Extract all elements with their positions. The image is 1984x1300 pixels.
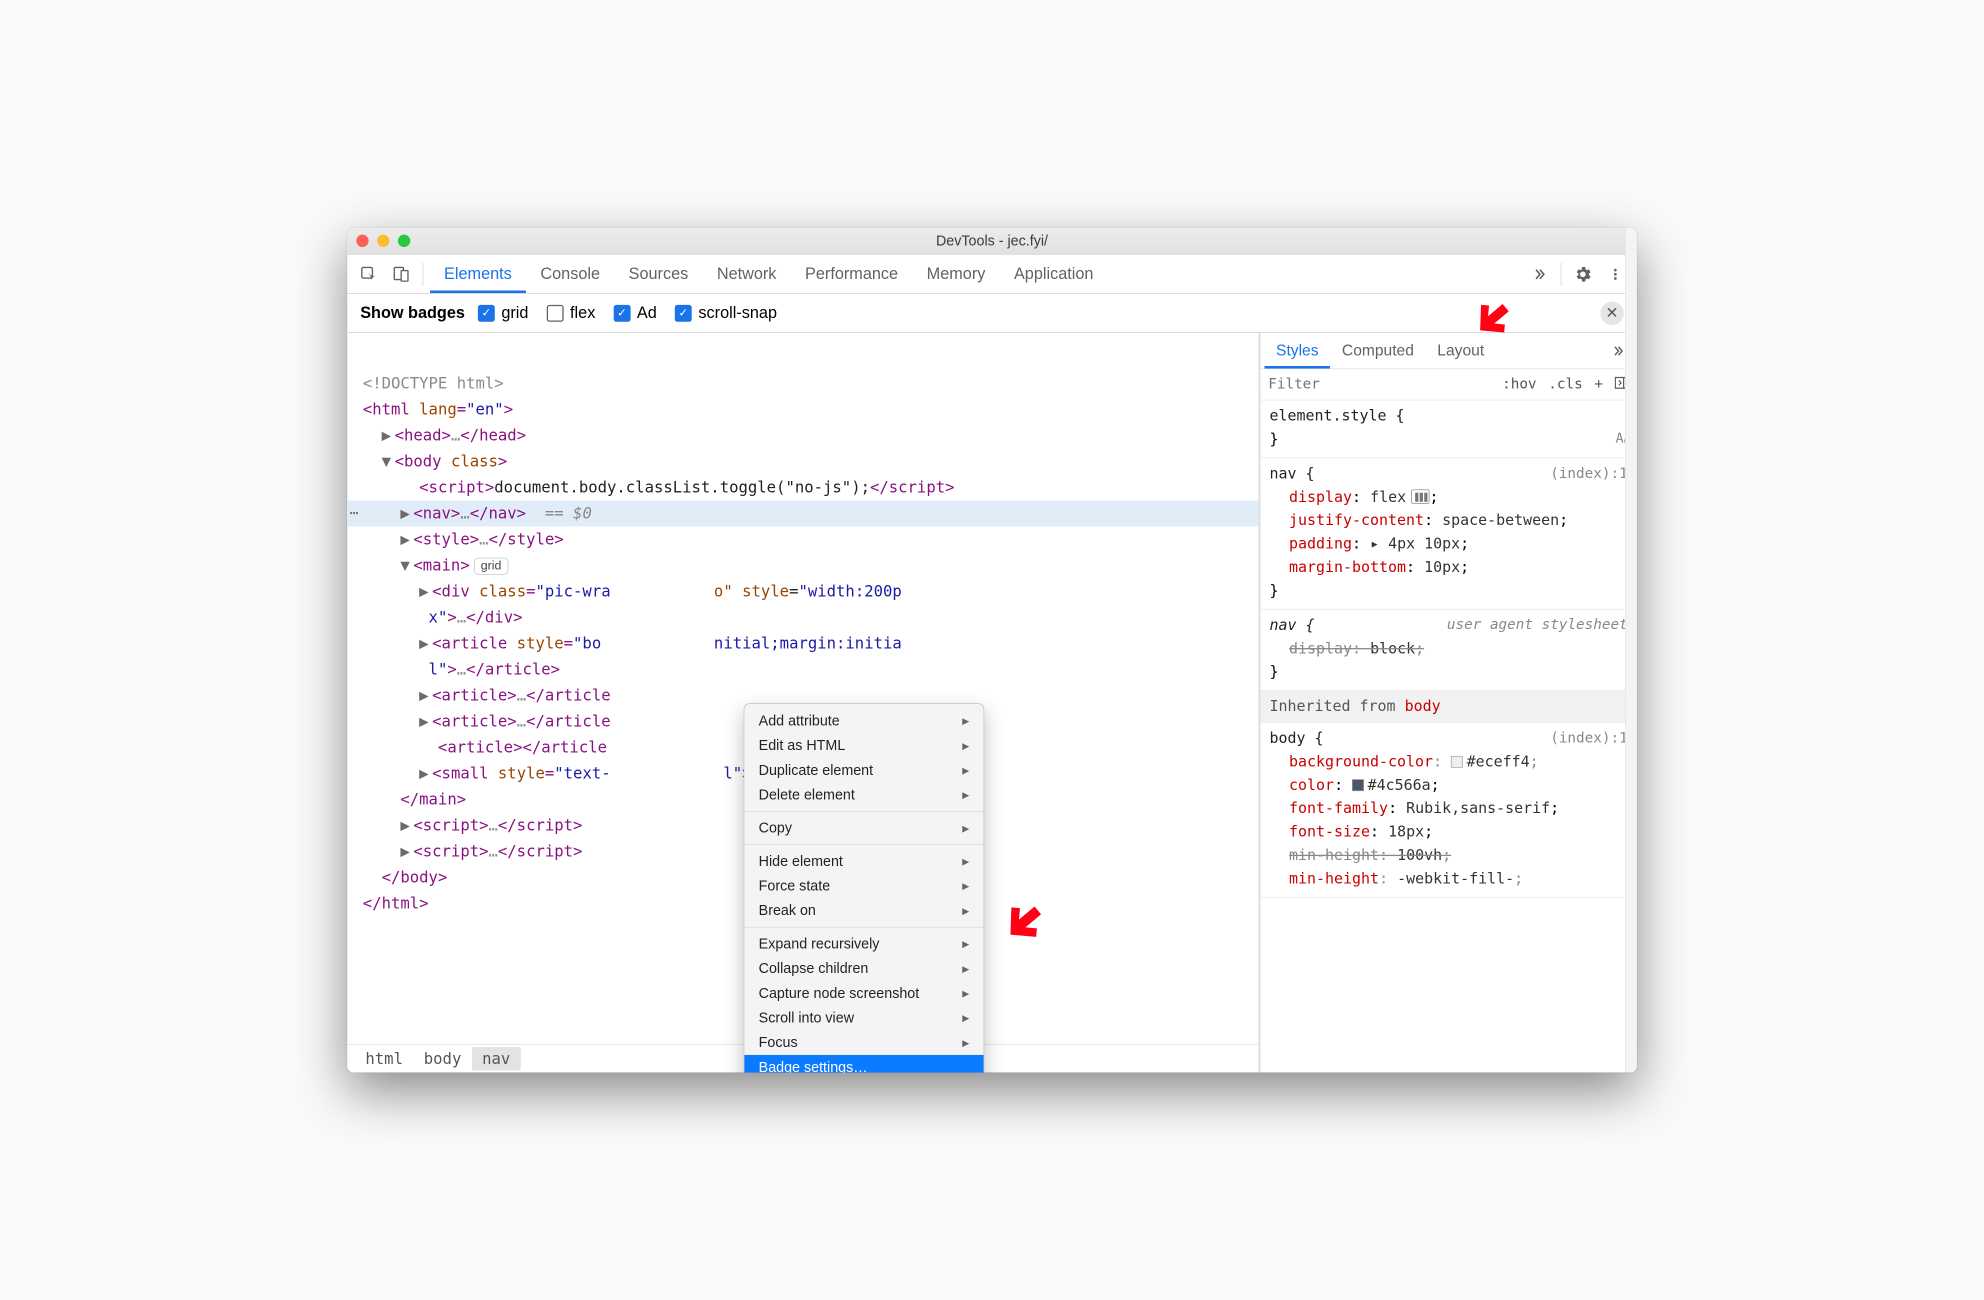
close-badge-bar-button[interactable]: ✕ (1600, 301, 1623, 324)
crumb-body[interactable]: body (413, 1047, 471, 1070)
settings-gear-icon[interactable] (1568, 259, 1598, 289)
titlebar: DevTools - jec.fyi/ (347, 228, 1637, 255)
menu-item-focus[interactable]: Focus (744, 1030, 983, 1055)
grid-badge[interactable]: grid (474, 558, 509, 575)
menu-item-copy[interactable]: Copy (744, 816, 983, 841)
menu-item-break-on[interactable]: Break on (744, 898, 983, 923)
menu-item-add-attribute[interactable]: Add attribute (744, 709, 983, 734)
menu-item-badge-settings[interactable]: Badge settings… (744, 1055, 983, 1073)
menu-item-edit-as-html[interactable]: Edit as HTML (744, 733, 983, 758)
menu-item-delete-element[interactable]: Delete element (744, 783, 983, 808)
css-rule[interactable]: (index):1body {background-color: #eceff4… (1260, 723, 1636, 898)
badge-bar-label: Show badges (360, 304, 465, 323)
inherited-from-header: Inherited from body (1260, 691, 1636, 723)
styles-filter-bar: :hov .cls + (1260, 369, 1636, 400)
annotation-arrow-icon (1468, 296, 1514, 342)
devtools-window: DevTools - jec.fyi/ ElementsConsoleSourc… (347, 228, 1637, 1073)
menu-item-expand-recursively[interactable]: Expand recursively (744, 931, 983, 956)
device-toggle-icon[interactable] (386, 259, 416, 289)
inspect-element-icon[interactable] (354, 259, 384, 289)
badge-toggle-Ad[interactable]: ✓Ad (614, 304, 657, 323)
cls-toggle[interactable]: .cls (1548, 376, 1582, 393)
css-rule[interactable]: user agent stylesheetnav {display: block… (1260, 610, 1636, 691)
css-rule[interactable]: (index):1nav {display: flex;justify-cont… (1260, 458, 1636, 609)
tab-network[interactable]: Network (703, 255, 791, 293)
new-rule-button[interactable]: + (1594, 376, 1603, 393)
menu-item-capture-node-screenshot[interactable]: Capture node screenshot (744, 981, 983, 1006)
separator (423, 262, 424, 285)
window-title: DevTools - jec.fyi/ (347, 232, 1637, 249)
badge-toggle-scroll-snap[interactable]: ✓scroll-snap (675, 304, 777, 323)
crumb-html[interactable]: html (355, 1047, 413, 1070)
hov-toggle[interactable]: :hov (1502, 376, 1536, 393)
crumb-nav[interactable]: nav (472, 1047, 521, 1070)
styles-sidebar: Styles Computed Layout :hov .cls + e (1260, 333, 1637, 1073)
tabs: ElementsConsoleSourcesNetworkPerformance… (430, 255, 1522, 293)
tab-computed[interactable]: Computed (1330, 333, 1425, 369)
separator (1561, 262, 1562, 285)
menu-item-scroll-into-view[interactable]: Scroll into view (744, 1006, 983, 1031)
menu-item-duplicate-element[interactable]: Duplicate element (744, 758, 983, 783)
tab-styles[interactable]: Styles (1264, 333, 1330, 369)
styles-filter-input[interactable] (1260, 376, 1494, 392)
more-tabs-icon[interactable] (1524, 259, 1554, 289)
badge-settings-bar: Show badges ✓grid flex ✓Ad ✓scroll-snap ✕ (347, 294, 1637, 333)
css-rule[interactable]: element.style {AA} (1260, 400, 1636, 458)
styles-tabbar: Styles Computed Layout (1260, 333, 1636, 369)
tab-memory[interactable]: Memory (912, 255, 999, 293)
doctype-line: <!DOCTYPE html> (363, 374, 504, 392)
menu-item-hide-element[interactable]: Hide element (744, 849, 983, 874)
main-split: <!DOCTYPE html> <html lang="en"> ▶<head>… (347, 333, 1637, 1073)
badge-toggle-grid[interactable]: ✓grid (478, 304, 528, 323)
context-menu: Add attributeEdit as HTMLDuplicate eleme… (744, 703, 985, 1072)
badge-toggle-flex[interactable]: flex (547, 304, 596, 323)
tab-application[interactable]: Application (1000, 255, 1108, 293)
menu-item-force-state[interactable]: Force state (744, 874, 983, 899)
tab-sources[interactable]: Sources (614, 255, 702, 293)
annotation-arrow-icon (997, 898, 1046, 947)
tab-performance[interactable]: Performance (791, 255, 913, 293)
menu-item-collapse-children[interactable]: Collapse children (744, 956, 983, 981)
selected-dom-row[interactable]: ▶<nav>…</nav> == $0 (347, 501, 1258, 527)
main-tabbar: ElementsConsoleSourcesNetworkPerformance… (347, 255, 1637, 294)
styles-rules[interactable]: element.style {AA}(index):1nav {display:… (1260, 400, 1636, 1072)
scrollbar[interactable] (1625, 228, 1637, 1073)
tab-console[interactable]: Console (526, 255, 614, 293)
flex-layout-icon[interactable] (1411, 489, 1429, 503)
elements-panel: <!DOCTYPE html> <html lang="en"> ▶<head>… (347, 333, 1260, 1073)
tab-elements[interactable]: Elements (430, 255, 526, 293)
